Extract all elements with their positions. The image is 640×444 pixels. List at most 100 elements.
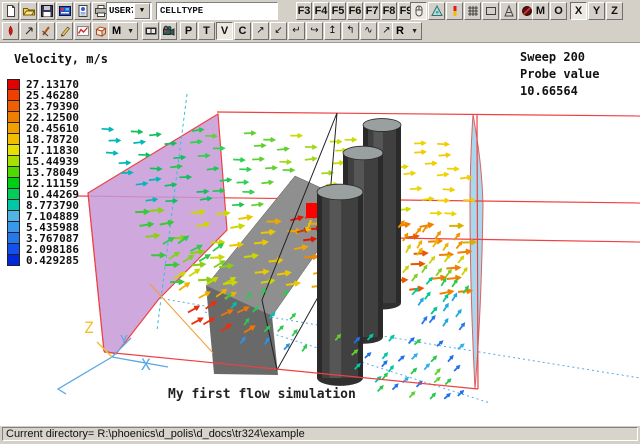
legend-swatch <box>7 123 20 134</box>
graphics-viewport[interactable]: Z YX Velocity, m/s 27.1317025.4628023.793… <box>0 42 640 426</box>
legend-swatch <box>7 255 20 266</box>
domain-edge-front <box>104 352 478 389</box>
graph-icon <box>77 25 89 37</box>
tilt-down-button[interactable]: ↰ <box>342 22 359 40</box>
probe-value-label: Probe value <box>520 66 599 83</box>
tilt-up-button[interactable]: ↥ <box>324 22 341 40</box>
cell-type-field[interactable] <box>156 2 278 20</box>
legend-swatch <box>7 178 20 189</box>
legend-swatch <box>7 222 20 233</box>
fkey-F5[interactable]: F5 <box>330 2 346 20</box>
contour-button[interactable]: C <box>234 22 251 40</box>
phoenics-viewer-window: USER7 ▼ F3F4F5F6F7F8F9 MO XYZ M ▼ PTVC ↗… <box>0 0 640 444</box>
mouse-icon <box>413 5 425 17</box>
combobox-dropdown-icon[interactable]: ▼ <box>134 3 150 19</box>
eraser-button[interactable] <box>38 22 55 40</box>
macro-dropdown-icon[interactable]: ▼ <box>127 28 134 35</box>
report-button[interactable] <box>74 2 91 20</box>
probe-icon <box>449 5 461 17</box>
select-icon <box>23 25 35 37</box>
new-file-button[interactable] <box>2 2 19 20</box>
probe-button[interactable] <box>446 2 463 20</box>
new-icon <box>5 5 17 17</box>
film-button[interactable] <box>142 22 159 40</box>
photon-button[interactable]: P <box>180 22 197 40</box>
toolbar-row-2: M ▼ PTVC ↗↙↵↪↥↰∿↗ R ▼ <box>0 22 640 42</box>
eraser-icon <box>41 25 53 37</box>
fkey-F4[interactable]: F4 <box>313 2 329 20</box>
sweep-counter: Sweep 200 <box>520 49 599 66</box>
fkey-F8[interactable]: F8 <box>381 2 397 20</box>
legend-title: Velocity, m/s <box>14 52 108 66</box>
probe-position-button[interactable] <box>428 2 445 20</box>
object-toggle-button[interactable] <box>500 2 517 20</box>
toolbar-row-1: USER7 ▼ F3F4F5F6F7F8F9 MO XYZ <box>0 2 640 22</box>
axis-y-button[interactable]: Y <box>588 2 605 20</box>
legend-swatch <box>7 79 20 90</box>
folder-icon <box>23 5 35 17</box>
rotate-left-button[interactable]: ↵ <box>288 22 305 40</box>
film-icon <box>145 25 157 37</box>
open-file-button[interactable] <box>20 2 37 20</box>
outline-toggle-button[interactable] <box>482 2 499 20</box>
pencil-button[interactable] <box>56 22 73 40</box>
legend-swatch <box>7 167 20 178</box>
objects-button[interactable]: O <box>550 2 567 20</box>
status-bar: Current directory= R:\phoenics\d_polis\d… <box>0 426 640 444</box>
axis-x-button[interactable]: X <box>570 2 587 20</box>
legend-entry: 0.429285 <box>7 255 79 266</box>
z-axis-label: Z <box>84 318 94 337</box>
save-button[interactable] <box>38 2 55 20</box>
axis-guide-line <box>150 284 213 353</box>
vector-button[interactable]: V <box>216 22 233 40</box>
select-arrow-button[interactable] <box>20 22 37 40</box>
reset-split-label: R <box>396 25 404 37</box>
reset-dropdown-icon[interactable]: ▼ <box>411 28 418 35</box>
display-options-button[interactable] <box>56 2 73 20</box>
domain-edge <box>217 112 640 116</box>
variable-combobox[interactable]: USER7 ▼ <box>106 2 152 20</box>
legend-swatch <box>7 134 20 145</box>
rotate-right-button[interactable]: ↪ <box>306 22 323 40</box>
floppy-icon <box>41 5 53 17</box>
fkey-F3[interactable]: F3 <box>296 2 312 20</box>
variable-combobox-value: USER7 <box>107 6 133 16</box>
cylinder-3 <box>317 184 363 386</box>
probe-marker <box>306 203 317 218</box>
axis-z-button[interactable]: Z <box>606 2 623 20</box>
legend-swatch <box>7 90 20 101</box>
pen-icon <box>5 25 17 37</box>
mouse-mode-button[interactable] <box>410 2 427 20</box>
pen-button[interactable] <box>2 22 19 40</box>
fkey-F7[interactable]: F7 <box>364 2 380 20</box>
legend-color-scale: 27.1317025.4628023.7939022.1250020.45610… <box>7 79 79 266</box>
reset-split-button[interactable]: R ▼ <box>392 22 422 40</box>
rotate-ne-button[interactable]: ↗ <box>252 22 269 40</box>
y-axis-label: Y <box>120 334 128 349</box>
tilt-up-button-icon: ↥ <box>328 26 336 36</box>
macro-split-label: M <box>112 25 121 37</box>
legend-swatch <box>7 244 20 255</box>
tilt-down-button-icon: ↰ <box>346 26 354 36</box>
graph-button[interactable] <box>74 22 91 40</box>
movie-button[interactable] <box>160 22 177 40</box>
x-axis-label: X <box>141 355 151 374</box>
curve-path-button[interactable]: ∿ <box>360 22 377 40</box>
display-icon <box>59 5 71 17</box>
box-button[interactable] <box>92 22 109 40</box>
legend-swatch <box>7 156 20 167</box>
rotate-left-button-icon: ↵ <box>292 26 300 36</box>
grid-toggle-button[interactable] <box>464 2 481 20</box>
legend-swatch <box>7 189 20 200</box>
current-directory-text: Current directory= R:\phoenics\d_polis\d… <box>2 427 638 441</box>
fkey-F6[interactable]: F6 <box>347 2 363 20</box>
rotate-sw-button[interactable]: ↙ <box>270 22 287 40</box>
printer-icon <box>95 5 107 17</box>
text-button[interactable]: T <box>198 22 215 40</box>
plot-title: My first flow simulation <box>168 387 356 402</box>
mesh-button[interactable]: M <box>532 2 549 20</box>
line-path-button-icon: ↗ <box>382 26 390 36</box>
macro-split-button[interactable]: M ▼ <box>108 22 138 40</box>
function-key-group: F3F4F5F6F7F8F9 <box>296 2 414 20</box>
legend-swatch <box>7 211 20 222</box>
